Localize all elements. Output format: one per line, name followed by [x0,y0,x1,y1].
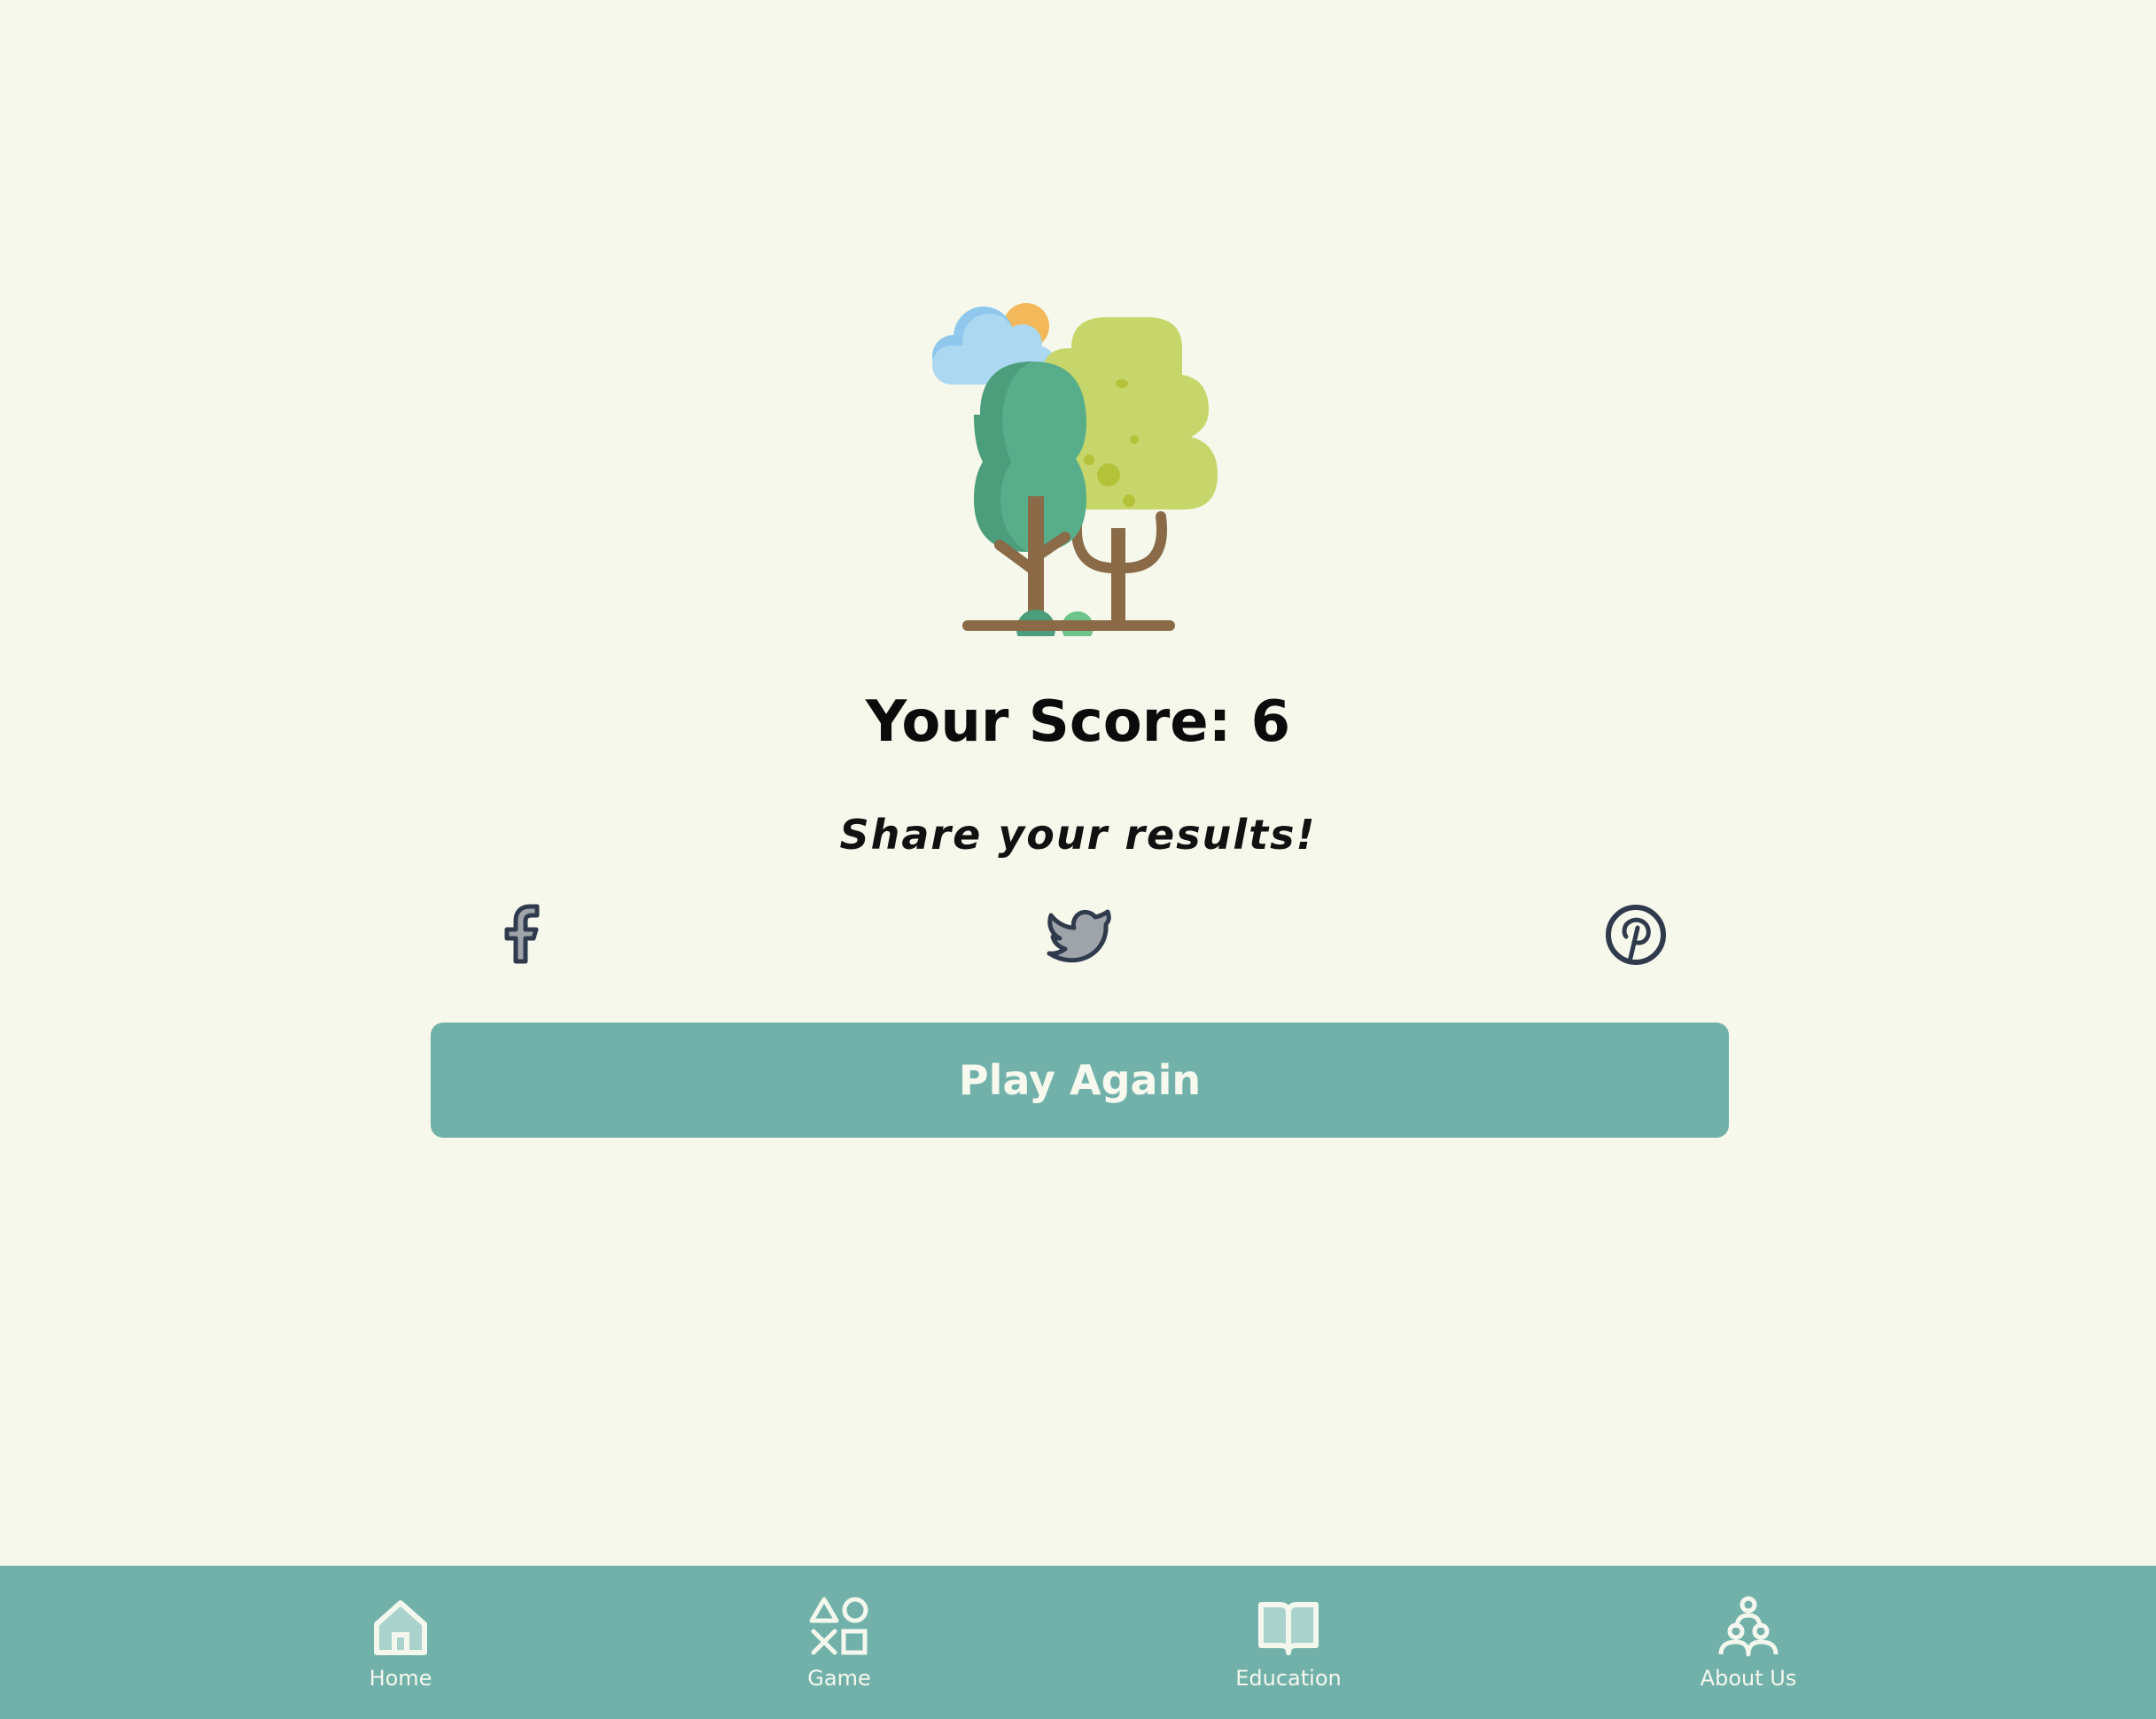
share-prompt: Share your results! [839,811,1317,859]
bottom-nav: Home Game Education About Us [0,1566,2156,1719]
nav-item-education[interactable]: Education [1191,1566,1386,1719]
facebook-icon[interactable] [487,899,558,970]
home-icon [374,1600,427,1655]
trees-illustration [932,303,1218,636]
game-icon [809,1597,868,1655]
nav-item-home[interactable]: Home [303,1566,498,1719]
people-icon [1718,1596,1779,1657]
play-again-button[interactable]: Play Again [431,1023,1729,1138]
nav-label-home: Home [369,1666,432,1691]
twitter-icon[interactable] [1044,899,1115,970]
nav-label-education: Education [1235,1666,1342,1691]
nav-label-game: Game [807,1666,871,1691]
pinterest-icon[interactable] [1600,899,1671,970]
nav-item-about-us[interactable]: About Us [1651,1566,1846,1719]
green-tree [974,362,1086,629]
nav-item-game[interactable]: Game [742,1566,937,1719]
score-title: Your Score: 6 [865,689,1291,755]
nav-label-about-us: About Us [1700,1666,1797,1691]
book-icon [1258,1602,1319,1655]
